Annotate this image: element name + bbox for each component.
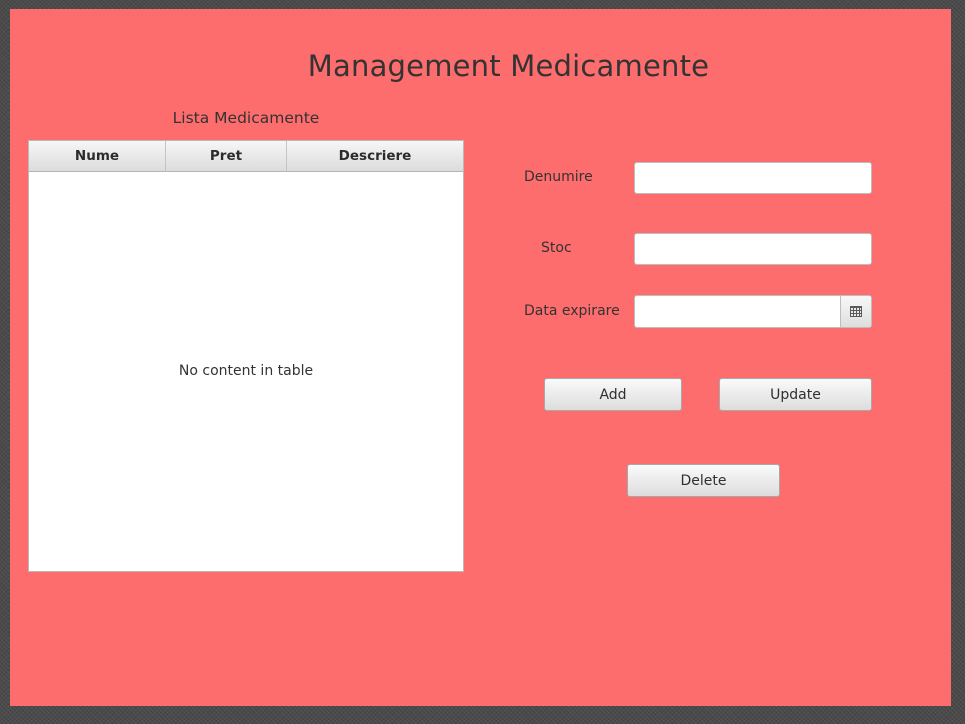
stoc-label: Stoc bbox=[541, 240, 572, 256]
update-button[interactable]: Update bbox=[719, 378, 872, 411]
denumire-input[interactable] bbox=[634, 162, 872, 194]
app-window: Management Medicamente Lista Medicamente… bbox=[10, 9, 951, 706]
medicamente-table[interactable]: Nume Pret Descriere No content in table bbox=[28, 140, 464, 572]
date-picker-button[interactable] bbox=[840, 296, 871, 327]
denumire-label: Denumire bbox=[524, 169, 593, 185]
data-expirare-label: Data expirare bbox=[524, 303, 620, 319]
calendar-icon bbox=[850, 306, 862, 317]
data-expirare-picker bbox=[634, 295, 872, 328]
column-header-nume[interactable]: Nume bbox=[29, 141, 166, 171]
table-title: Lista Medicamente bbox=[172, 109, 320, 127]
table-header: Nume Pret Descriere bbox=[29, 141, 463, 172]
delete-button[interactable]: Delete bbox=[627, 464, 780, 497]
page-title: Management Medicamente bbox=[307, 49, 710, 83]
column-header-descriere[interactable]: Descriere bbox=[287, 141, 463, 171]
column-header-pret[interactable]: Pret bbox=[166, 141, 287, 171]
add-button[interactable]: Add bbox=[544, 378, 682, 411]
data-expirare-input[interactable] bbox=[635, 296, 840, 327]
table-placeholder: No content in table bbox=[178, 363, 314, 379]
stoc-input[interactable] bbox=[634, 233, 872, 265]
